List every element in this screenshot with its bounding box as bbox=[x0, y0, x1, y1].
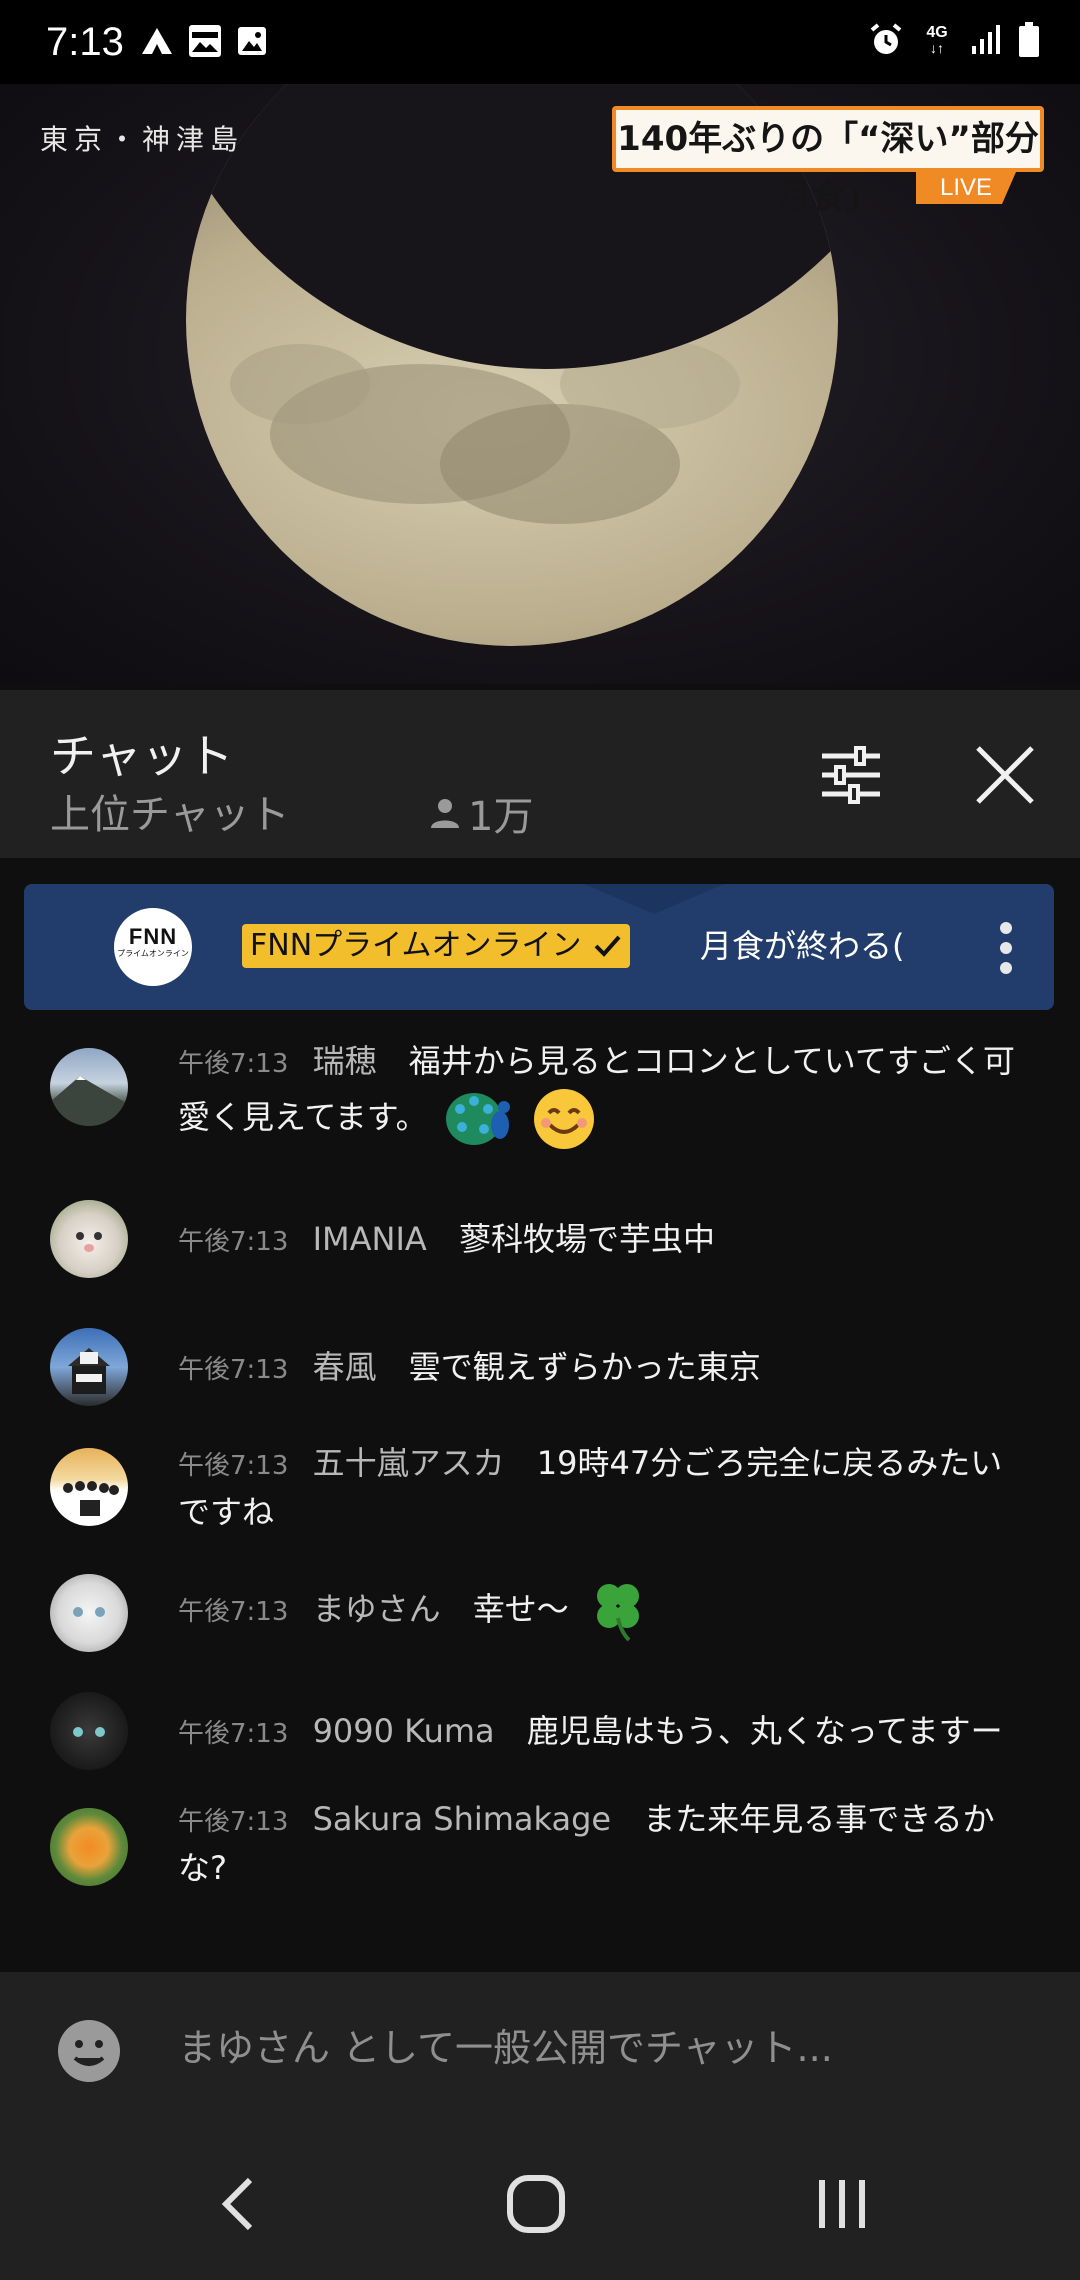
pinned-message-text: 月食が終わる( bbox=[700, 927, 905, 965]
message-timestamp: 午後7:13 bbox=[178, 1451, 289, 1481]
close-icon bbox=[976, 746, 1034, 804]
message-text: 19時47分ごろ完全に戻るみたいですね bbox=[178, 1444, 1003, 1531]
back-chevron-icon bbox=[221, 2177, 253, 2231]
avatar[interactable] bbox=[50, 1048, 128, 1126]
camping-tent-icon bbox=[142, 28, 172, 54]
chat-message[interactable]: 午後7:13 9090 Kuma 鹿児島はもう、丸くなってますー bbox=[0, 1692, 1080, 1772]
message-text: 福井から見るとコロンとしていてすごく可愛く見えてます。 bbox=[178, 1042, 1015, 1136]
message-timestamp: 午後7:13 bbox=[178, 1227, 289, 1257]
chat-message[interactable]: 午後7:13 IMANIA 蓼科牧場で芋虫中 bbox=[0, 1200, 1080, 1280]
pinned-author-badge: FNNプライムオンライン bbox=[242, 924, 630, 968]
close-chat-button[interactable] bbox=[972, 742, 1038, 808]
fnn-avatar: FNN プライムオンライン bbox=[114, 908, 192, 986]
message-author: Sakura Shimakage bbox=[312, 1800, 612, 1838]
chat-mode-selector[interactable]: 上位チャット bbox=[50, 782, 290, 840]
back-button[interactable] bbox=[210, 2174, 270, 2234]
message-text: 雲で観えずらかった東京 bbox=[408, 1348, 761, 1386]
message-author: 9090 Kuma bbox=[312, 1712, 495, 1750]
message-timestamp: 午後7:13 bbox=[178, 1355, 289, 1385]
message-author: IMANIA bbox=[312, 1220, 427, 1258]
chat-title: チャット bbox=[50, 729, 234, 783]
more-vert-icon bbox=[1000, 922, 1012, 974]
headline-caption: 140年ぶりの「“深い”部分月食」 bbox=[612, 106, 1044, 217]
more-options-button[interactable] bbox=[986, 920, 1026, 976]
viewer-count: 1万 bbox=[428, 784, 533, 842]
message-text: 蓼科牧場で芋虫中 bbox=[458, 1220, 715, 1258]
message-author: 瑞穂 bbox=[312, 1042, 377, 1080]
location-label: 東京・神津島 bbox=[40, 123, 245, 156]
emoji-picker-button[interactable] bbox=[56, 2018, 122, 2084]
chat-message[interactable]: 午後7:13 五十嵐アスカ 19時47分ごろ完全に戻るみたいですね bbox=[0, 1440, 1080, 1540]
person-icon bbox=[431, 799, 459, 828]
home-button[interactable] bbox=[504, 2172, 568, 2236]
avatar[interactable] bbox=[50, 1692, 128, 1770]
pinned-author-name: FNNプライムオンライン bbox=[250, 928, 582, 963]
alarm-icon bbox=[870, 23, 902, 54]
live-badge: LIVE bbox=[916, 172, 1016, 204]
verified-check-icon bbox=[594, 935, 621, 957]
recents-button[interactable] bbox=[812, 2174, 872, 2234]
gallery-icon bbox=[238, 27, 266, 55]
chat-message[interactable]: 午後7:13 瑞穂 福井から見るとコロンとしていてすごく可愛く見えてます。 bbox=[0, 1038, 1080, 1166]
message-author: 五十嵐アスカ bbox=[312, 1444, 505, 1482]
avatar[interactable] bbox=[50, 1200, 128, 1278]
avatar[interactable] bbox=[50, 1448, 128, 1526]
network-4g-icon: 4G ↓↑ bbox=[922, 24, 952, 56]
battery-icon bbox=[1019, 22, 1039, 57]
message-text: 鹿児島はもう、丸くなってますー bbox=[526, 1712, 1003, 1750]
signal-icon bbox=[972, 25, 1000, 54]
chat-message-input[interactable]: まゆさん として一般公開でチャット... bbox=[178, 2018, 833, 2078]
avatar[interactable] bbox=[50, 1574, 128, 1652]
message-author: 春風 bbox=[312, 1348, 377, 1386]
status-time: 7:13 bbox=[46, 20, 124, 64]
fnn-logo-subtext: プライムオンライン bbox=[117, 949, 189, 958]
four-leaf-clover-emoji-icon bbox=[596, 1584, 639, 1642]
alpen-app-icon bbox=[189, 25, 221, 57]
chat-message[interactable]: 午後7:13 春風 雲で観えずらかった東京 bbox=[0, 1328, 1080, 1408]
filter-button[interactable] bbox=[818, 742, 884, 808]
system-navigation-bar bbox=[0, 2128, 1080, 2280]
chat-messages-area[interactable]: FNN プライムオンライン FNNプライムオンライン 月食が終わる( 午後7:1… bbox=[0, 858, 1080, 1972]
chat-header: チャット 上位チャット 1万 bbox=[0, 690, 1080, 858]
smiling-face-emoji-icon bbox=[533, 1089, 594, 1149]
message-timestamp: 午後7:13 bbox=[178, 1807, 289, 1837]
viewer-count-value: 1万 bbox=[468, 794, 534, 840]
home-square-icon bbox=[507, 2175, 565, 2233]
message-timestamp: 午後7:13 bbox=[178, 1049, 289, 1079]
pinned-message-banner[interactable]: FNN プライムオンライン FNNプライムオンライン 月食が終わる( bbox=[24, 884, 1054, 1010]
video-player[interactable]: 東京・神津島 140年ぶりの「“深い”部分月食」 LIVE bbox=[0, 84, 1080, 684]
avatar[interactable] bbox=[50, 1808, 128, 1886]
message-author: まゆさん bbox=[312, 1590, 441, 1628]
status-bar: 7:13 4G ↓↑ bbox=[0, 0, 1080, 84]
data-arrows-icon: ↓↑ bbox=[930, 40, 944, 56]
tune-icon bbox=[822, 746, 880, 804]
message-timestamp: 午後7:13 bbox=[178, 1719, 289, 1749]
chat-mode-label: 上位チャット bbox=[50, 792, 290, 838]
emoji-face-icon bbox=[58, 2020, 120, 2082]
recents-lines-icon bbox=[819, 2180, 865, 2228]
chat-message[interactable]: 午後7:13 まゆさん 幸せ〜 bbox=[0, 1574, 1080, 1654]
chat-input-bar: まゆさん として一般公開でチャット... bbox=[0, 1972, 1080, 2128]
message-timestamp: 午後7:13 bbox=[178, 1597, 289, 1627]
peacock-emoji-icon bbox=[445, 1093, 510, 1145]
network-label: 4G bbox=[926, 24, 948, 41]
message-text: 幸せ〜 bbox=[472, 1590, 569, 1628]
fnn-logo-text: FNN bbox=[128, 924, 178, 949]
avatar[interactable] bbox=[50, 1328, 128, 1406]
chat-message[interactable]: 午後7:13 Sakura Shimakage また来年見る事できるかな? bbox=[0, 1796, 1080, 1896]
